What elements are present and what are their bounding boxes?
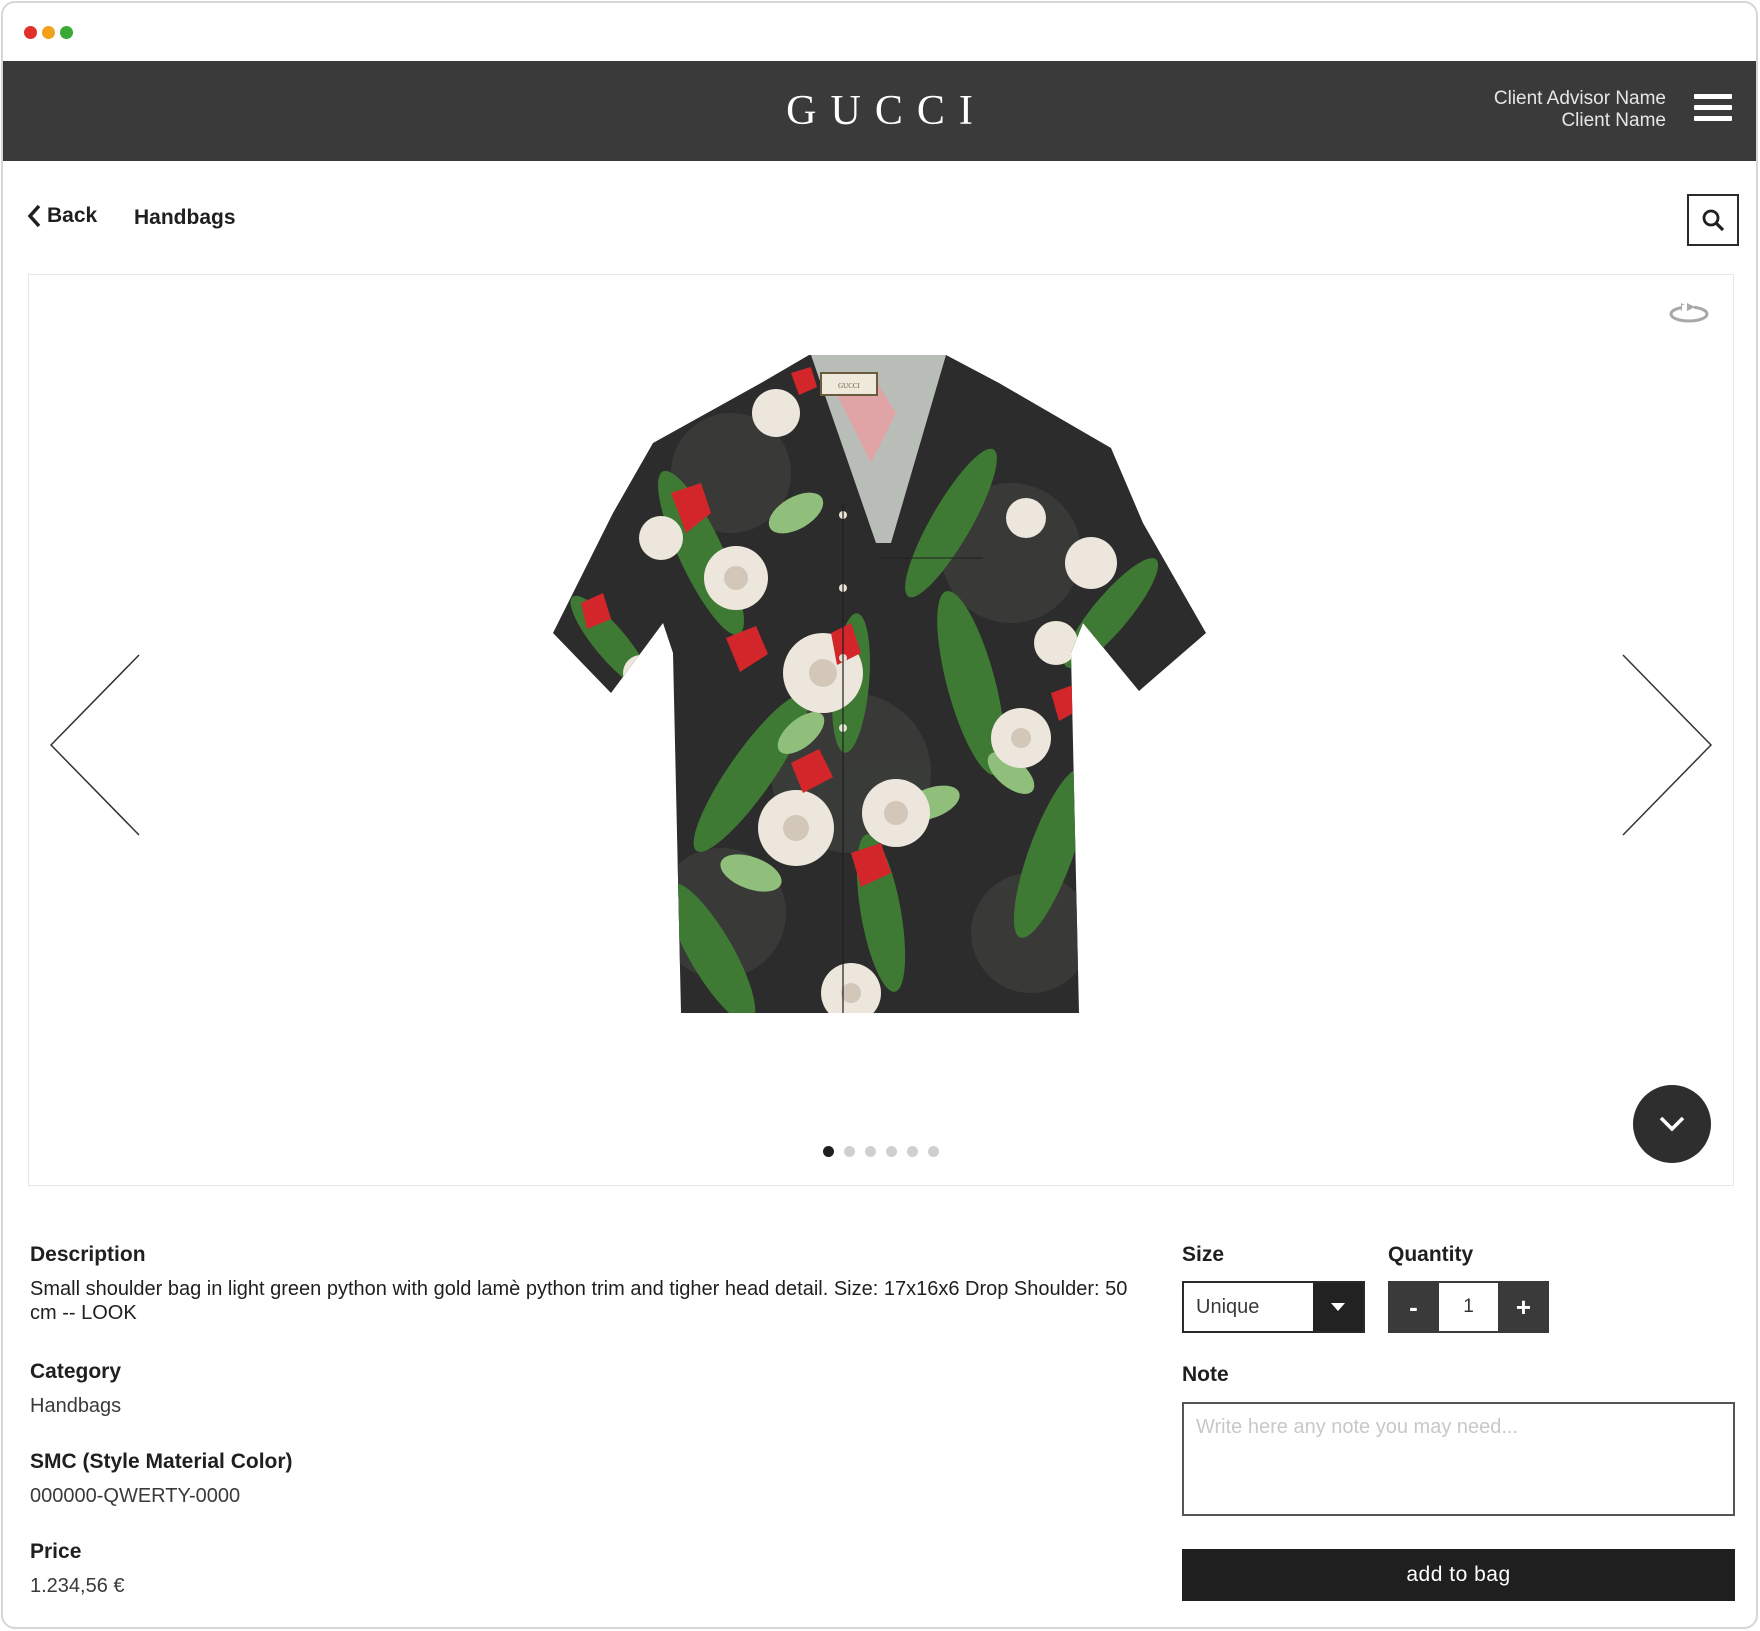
product-image: GUCCI	[553, 355, 1206, 1013]
maximize-dot[interactable]	[60, 26, 73, 39]
description-section: Description Small shoulder bag in light …	[30, 1243, 1150, 1325]
pagination-dot[interactable]	[928, 1146, 939, 1157]
scroll-down-button[interactable]	[1633, 1085, 1711, 1163]
smc-label: SMC (Style Material Color)	[30, 1450, 293, 1473]
rotate-360-icon[interactable]	[1667, 297, 1711, 327]
price-value: 1.234,56 €	[30, 1575, 125, 1597]
chevron-down-icon	[1659, 1116, 1685, 1132]
product-gallery: GUCCI	[28, 274, 1734, 1186]
chevron-left-icon	[27, 204, 41, 228]
svg-text:GUCCI: GUCCI	[838, 382, 860, 390]
quantity-decrease-button[interactable]: -	[1388, 1281, 1439, 1333]
pagination-dot[interactable]	[823, 1146, 834, 1157]
size-value: Unique	[1196, 1295, 1260, 1318]
pagination-dot[interactable]	[886, 1146, 897, 1157]
back-button[interactable]: Back	[27, 204, 97, 228]
price-label: Price	[30, 1540, 82, 1563]
minimize-dot[interactable]	[42, 26, 55, 39]
size-label: Size	[1182, 1243, 1225, 1266]
quantity-label: Quantity	[1388, 1243, 1474, 1266]
pagination-dot[interactable]	[865, 1146, 876, 1157]
smc-value: 000000-QWERTY-0000	[30, 1485, 241, 1507]
caret-down-icon	[1331, 1303, 1345, 1311]
category-section: Category Handbags	[30, 1360, 121, 1418]
breadcrumb[interactable]: Handbags	[134, 206, 236, 230]
description-text: Small shoulder bag in light green python…	[30, 1278, 1128, 1324]
user-info: Client Advisor Name Client Name	[1494, 88, 1666, 132]
category-value: Handbags	[30, 1395, 122, 1417]
pagination-dot[interactable]	[844, 1146, 855, 1157]
browser-window: GUCCI Client Advisor Name Client Name Ba…	[1, 1, 1758, 1629]
hamburger-menu-icon[interactable]	[1694, 94, 1732, 128]
quantity-stepper: - 1 +	[1388, 1281, 1549, 1333]
client-name: Client Name	[1561, 110, 1666, 131]
advisor-name: Client Advisor Name	[1493, 88, 1666, 109]
size-select[interactable]: Unique	[1182, 1281, 1365, 1333]
category-label: Category	[30, 1360, 122, 1383]
sub-navigation: Back Handbags	[3, 161, 1756, 271]
quantity-increase-button[interactable]: +	[1498, 1281, 1549, 1333]
pagination-dot[interactable]	[907, 1146, 918, 1157]
search-icon	[1702, 209, 1725, 232]
dropdown-caret[interactable]	[1313, 1283, 1363, 1331]
next-image-arrow-icon[interactable]	[1621, 653, 1713, 837]
top-header: GUCCI Client Advisor Name Client Name	[3, 61, 1756, 161]
quantity-value[interactable]: 1	[1439, 1281, 1498, 1333]
smc-section: SMC (Style Material Color) 000000-QWERTY…	[30, 1450, 293, 1508]
description-label: Description	[30, 1243, 146, 1266]
note-field[interactable]	[1182, 1402, 1735, 1516]
image-pagination	[29, 1146, 1733, 1157]
add-to-bag-button[interactable]: add to bag	[1182, 1549, 1735, 1601]
search-button[interactable]	[1687, 194, 1739, 246]
note-label: Note	[1182, 1363, 1229, 1386]
price-section: Price 1.234,56 €	[30, 1540, 125, 1598]
close-dot[interactable]	[24, 26, 37, 39]
window-chrome	[3, 3, 1756, 61]
back-label: Back	[47, 204, 98, 227]
previous-image-arrow-icon[interactable]	[49, 653, 141, 837]
